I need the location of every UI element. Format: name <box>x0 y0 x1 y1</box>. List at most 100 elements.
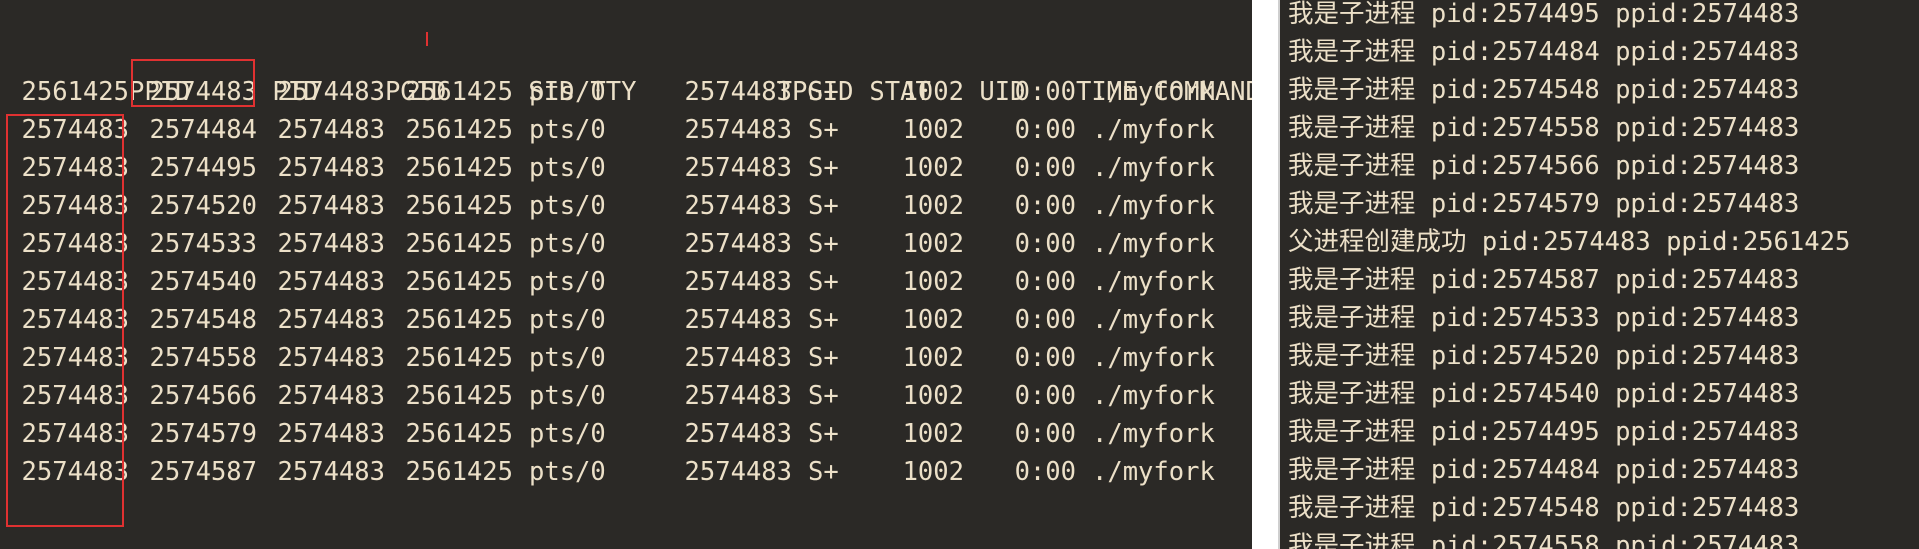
ps-table-row: 2574483 2574566 2574483 2561425 pts/0 2574483… <box>4 377 1215 415</box>
ps-cell-tty: pts/0 <box>529 305 606 335</box>
ps-cell-tty: pts/0 <box>529 77 606 107</box>
ps-cell-uid: 1002 <box>902 419 964 449</box>
ps-cell-command: ./myfork <box>1092 229 1215 259</box>
pid-highlight-box <box>131 59 255 107</box>
ps-cell-pgid: 2574483 <box>277 77 385 107</box>
ps-cell-pgid: 2574483 <box>277 457 385 487</box>
ps-cell-sid: 2561425 <box>405 305 513 335</box>
ps-cell-pid: 2574566 <box>149 381 257 411</box>
ps-cell-sid: 2561425 <box>405 153 513 183</box>
ps-cell-sid: 2561425 <box>405 381 513 411</box>
ps-cell-pid: 2574495 <box>149 153 257 183</box>
ps-cell-pid: 2574533 <box>149 229 257 259</box>
ps-cell-time: 0:00 <box>1014 229 1076 259</box>
ps-cell-stat: S+ <box>808 267 839 297</box>
output-line: 我是子进程 pid:2574548 ppid:2574483 <box>1288 75 1800 105</box>
ps-cell-pgid: 2574483 <box>277 343 385 373</box>
ps-cell-uid: 1002 <box>902 305 964 335</box>
ps-cell-time: 0:00 <box>1014 457 1076 487</box>
output-lines: 我是子进程 pid:2574495 ppid:2574483 我是子进程 pid:… <box>1288 0 1850 549</box>
ps-cell-uid: 1002 <box>902 153 964 183</box>
ps-cell-tty: pts/0 <box>529 419 606 449</box>
ps-table-row: 2574483 2574495 2574483 2561425 pts/0 2574483… <box>4 149 1215 187</box>
output-line: 我是子进程 pid:2574484 ppid:2574483 <box>1288 37 1800 67</box>
ps-cell-tty: pts/0 <box>529 153 606 183</box>
ps-cell-tpgid: 2574483 <box>684 267 792 297</box>
ps-cell-time: 0:00 <box>1014 267 1076 297</box>
ps-cell-pid: 2574587 <box>149 457 257 487</box>
ps-cell-uid: 1002 <box>902 381 964 411</box>
ps-cell-pid: 2574540 <box>149 267 257 297</box>
ps-cell-pid: 2574558 <box>149 343 257 373</box>
ps-cell-tpgid: 2574483 <box>684 229 792 259</box>
pane-divider <box>1252 0 1280 549</box>
ps-table-row: 2574483 2574579 2574483 2561425 pts/0 2574483… <box>4 415 1215 453</box>
ps-cell-tpgid: 2574483 <box>684 153 792 183</box>
ps-cell-sid: 2561425 <box>405 419 513 449</box>
ps-cell-stat: S+ <box>808 305 839 335</box>
output-line: 我是子进程 pid:2574558 ppid:2574483 <box>1288 113 1800 143</box>
ps-table-row: 2574483 2574548 2574483 2561425 pts/0 2574483… <box>4 301 1215 339</box>
ps-cell-pid: 2574579 <box>149 419 257 449</box>
ps-cell-pgid: 2574483 <box>277 153 385 183</box>
ps-cell-stat: S+ <box>808 381 839 411</box>
ps-cell-command: ./myfork <box>1092 343 1215 373</box>
ps-table-row: 2574483 2574484 2574483 2561425 pts/0 2574483… <box>4 111 1215 149</box>
ps-cell-uid: 1002 <box>902 457 964 487</box>
ps-cell-sid: 2561425 <box>405 77 513 107</box>
ps-cell-stat: S+ <box>808 77 839 107</box>
ps-cell-time: 0:00 <box>1014 381 1076 411</box>
ps-cell-uid: 1002 <box>902 115 964 145</box>
output-terminal-pane[interactable]: 我是子进程 pid:2574495 ppid:2574483 我是子进程 pid:… <box>1280 0 1919 549</box>
ps-cell-stat: S+ <box>808 343 839 373</box>
output-line: 我是子进程 pid:2574533 ppid:2574483 <box>1288 303 1800 333</box>
ps-cell-uid: 1002 <box>902 267 964 297</box>
ps-cell-sid: 2561425 <box>405 115 513 145</box>
ps-cell-time: 0:00 <box>1014 115 1076 145</box>
output-line: 我是子进程 pid:2574495 ppid:2574483 <box>1288 417 1800 447</box>
ps-cell-tpgid: 2574483 <box>684 419 792 449</box>
ps-cell-sid: 2561425 <box>405 343 513 373</box>
ps-cell-pgid: 2574483 <box>277 381 385 411</box>
ps-cell-tty: pts/0 <box>529 267 606 297</box>
output-line: 我是子进程 pid:2574484 ppid:2574483 <box>1288 455 1800 485</box>
output-line: 我是子进程 pid:2574579 ppid:2574483 <box>1288 189 1800 219</box>
ps-cell-command: ./myfork <box>1092 381 1215 411</box>
ps-cell-stat: S+ <box>808 419 839 449</box>
ps-rows: 2561425 2574483 2574483 2561425 pts/0 2574483… <box>4 73 1215 491</box>
ps-cell-pgid: 2574483 <box>277 305 385 335</box>
ps-cell-tty: pts/0 <box>529 381 606 411</box>
ps-cell-tty: pts/0 <box>529 229 606 259</box>
ps-cell-pgid: 2574483 <box>277 115 385 145</box>
output-line: 我是子进程 pid:2574540 ppid:2574483 <box>1288 379 1800 409</box>
ps-cell-command: ./myfork <box>1092 305 1215 335</box>
output-line: 我是子进程 pid:2574548 ppid:2574483 <box>1288 493 1800 523</box>
ps-table-row: 2574483 2574520 2574483 2561425 pts/0 2574483… <box>4 187 1215 225</box>
ps-cell-pid: 2574520 <box>149 191 257 221</box>
ps-cell-tpgid: 2574483 <box>684 305 792 335</box>
ps-cell-command: ./myfork <box>1092 457 1215 487</box>
ps-cell-stat: S+ <box>808 115 839 145</box>
output-line: 父进程创建成功 pid:2574483 ppid:2561425 <box>1288 227 1851 257</box>
ps-cell-time: 0:00 <box>1014 343 1076 373</box>
ps-cell-stat: S+ <box>808 229 839 259</box>
ps-cell-stat: S+ <box>808 153 839 183</box>
ps-cell-ppid: 2561425 <box>21 77 129 107</box>
ps-cell-command: ./myfork <box>1092 115 1215 145</box>
ps-cell-uid: 1002 <box>902 191 964 221</box>
ps-cell-command: ./myfork <box>1092 419 1215 449</box>
ps-cell-tpgid: 2574483 <box>684 191 792 221</box>
ps-cell-tty: pts/0 <box>529 191 606 221</box>
ps-cell-pgid: 2574483 <box>277 191 385 221</box>
ps-cell-pid: 2574548 <box>149 305 257 335</box>
ps-table-row: 2574483 2574533 2574483 2561425 pts/0 2574483… <box>4 225 1215 263</box>
cursor-mark <box>426 32 428 46</box>
ps-cell-tty: pts/0 <box>529 343 606 373</box>
ps-cell-command: ./myfork <box>1092 267 1215 297</box>
ps-cell-pgid: 2574483 <box>277 419 385 449</box>
ps-cell-pid: 2574484 <box>149 115 257 145</box>
output-line: 我是子进程 pid:2574520 ppid:2574483 <box>1288 341 1800 371</box>
ps-cell-uid: 1002 <box>902 77 964 107</box>
ps-cell-tty: pts/0 <box>529 115 606 145</box>
ps-terminal-pane[interactable]: PPID PID PGID SID TTY TPGID STAT UID TIME COMMAND… <box>0 0 1252 549</box>
